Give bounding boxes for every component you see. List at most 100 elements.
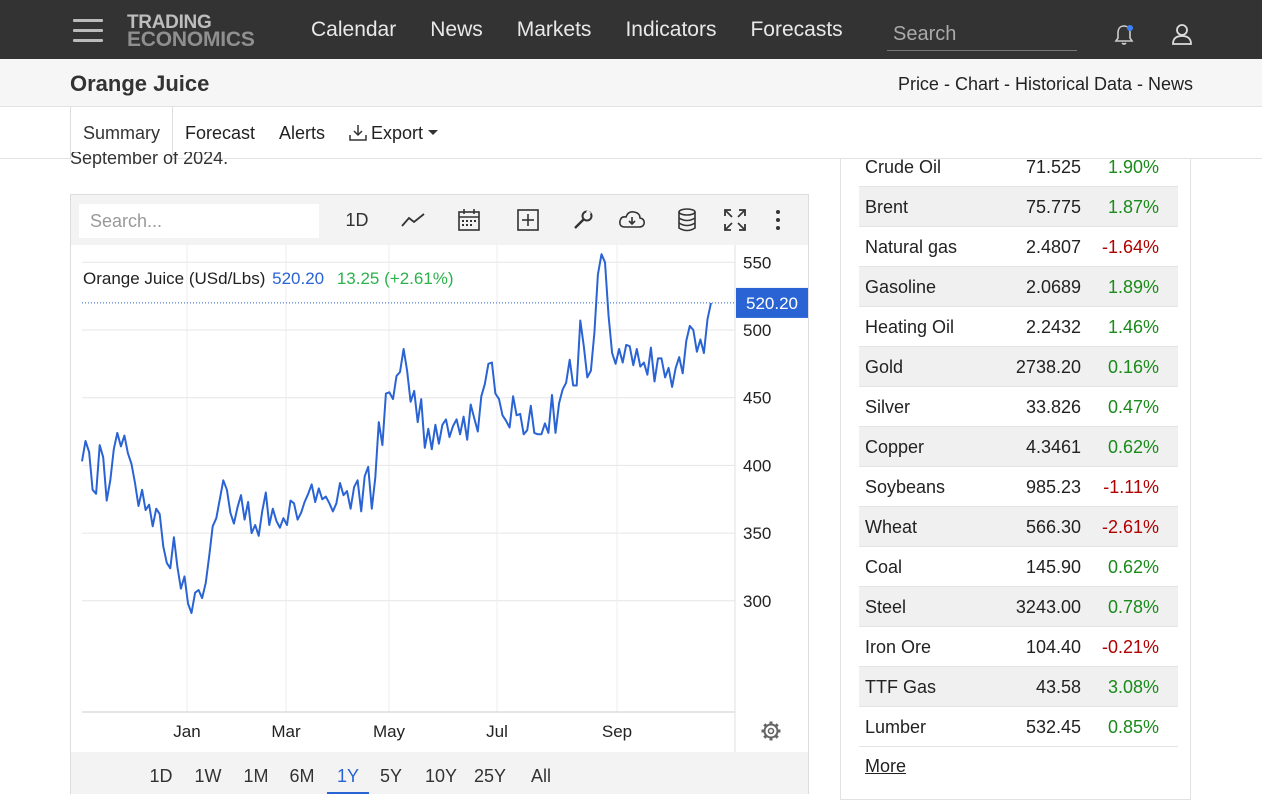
commodity-price: 33.826 xyxy=(1025,397,1081,417)
chart-settings-gear-icon[interactable] xyxy=(761,721,781,741)
commodity-name: Soybeans xyxy=(865,477,946,497)
commodity-name: Gasoline xyxy=(865,277,937,297)
user-account-icon[interactable] xyxy=(1170,22,1194,46)
site-search-input[interactable] xyxy=(887,18,1077,51)
range-1w[interactable]: 1W xyxy=(189,752,227,794)
interval-button[interactable]: 1D xyxy=(337,205,377,235)
table-row[interactable]: Iron Ore 104.40 -0.21% xyxy=(859,627,1178,667)
table-row[interactable]: Gasoline 2.0689 1.89% xyxy=(859,267,1178,307)
commodity-price: 2.0689 xyxy=(1025,277,1081,297)
table-row[interactable]: Heating Oil 2.2432 1.46% xyxy=(859,307,1178,347)
range-1m[interactable]: 1M xyxy=(236,752,276,794)
commodity-change: -0.21% xyxy=(1101,637,1159,657)
download-icon xyxy=(349,125,367,141)
chart-legend: Orange Juice (USd/Lbs) 520.20 13.25 (+2.… xyxy=(83,269,454,289)
commodity-price: 2.2432 xyxy=(1025,317,1081,337)
add-indicator-icon[interactable] xyxy=(512,205,544,235)
range-1d[interactable]: 1D xyxy=(145,752,177,794)
table-row[interactable]: Soybeans 985.23 -1.11% xyxy=(859,467,1178,507)
commodity-name: Copper xyxy=(865,437,925,457)
menu-icon[interactable] xyxy=(73,19,103,43)
wrench-icon[interactable] xyxy=(567,205,599,235)
range-all[interactable]: All xyxy=(523,752,559,794)
table-row[interactable]: Copper 4.3461 0.62% xyxy=(859,427,1178,467)
cloud-download-icon[interactable] xyxy=(614,205,650,235)
title-bar: Orange Juice Price - Chart - Historical … xyxy=(0,59,1262,107)
chart-search-input[interactable] xyxy=(79,204,319,238)
export-dropdown[interactable]: Export xyxy=(348,107,439,159)
commodity-name: Brent xyxy=(865,197,909,217)
y-tick-label: 500 xyxy=(743,321,771,340)
table-row[interactable]: Lumber 532.45 0.85% xyxy=(859,707,1178,747)
commodity-name: Silver xyxy=(865,397,911,417)
notification-bell-icon[interactable] xyxy=(1112,23,1136,47)
range-selector: 1D 1W 1M 6M 1Y 5Y 10Y 25Y All xyxy=(71,752,808,794)
tab-alerts[interactable]: Alerts xyxy=(279,107,325,159)
commodity-price: 104.40 xyxy=(1025,637,1081,657)
commodity-name: Crude Oil xyxy=(865,157,942,177)
range-1y[interactable]: 1Y xyxy=(327,752,369,794)
commodity-change: 1.46% xyxy=(1107,317,1159,337)
chart-toolbar: 1D xyxy=(71,195,808,245)
calendar-icon[interactable] xyxy=(453,205,485,235)
table-row[interactable]: TTF Gas 43.58 3.08% xyxy=(859,667,1178,707)
last-value-label: 520.20 xyxy=(746,294,798,313)
table-row[interactable]: Brent 75.775 1.87% xyxy=(859,187,1178,227)
commodity-price: 2738.20 xyxy=(1015,357,1081,377)
commodity-change: -1.11% xyxy=(1103,477,1159,497)
x-tick-label: Jan xyxy=(173,722,200,741)
commodity-price: 75.775 xyxy=(1025,197,1081,217)
commodity-change: 0.62% xyxy=(1107,437,1159,457)
y-tick-label: 450 xyxy=(743,389,771,408)
nav-link-markets[interactable]: Markets xyxy=(517,18,592,42)
commodity-name: Gold xyxy=(865,357,904,377)
commodities-table: Crude Oil 71.525 1.90% Brent 75.775 1.87% Natu… xyxy=(859,147,1178,747)
range-5y[interactable]: 5Y xyxy=(372,752,410,794)
nav-link-forecasts[interactable]: Forecasts xyxy=(750,18,842,42)
legend-price: 520.20 xyxy=(272,269,325,288)
nav-link-calendar[interactable]: Calendar xyxy=(311,18,396,42)
commodity-price: 985.23 xyxy=(1025,477,1081,497)
table-row[interactable]: Coal 145.90 0.62% xyxy=(859,547,1178,587)
commodity-name: TTF Gas xyxy=(865,677,936,697)
line-chart-type-icon[interactable] xyxy=(397,205,429,235)
more-options-icon[interactable] xyxy=(767,205,789,235)
commodity-change: -2.61% xyxy=(1101,517,1159,537)
commodity-change: 0.47% xyxy=(1107,397,1159,417)
fullscreen-icon[interactable] xyxy=(719,205,751,235)
commodity-price: 532.45 xyxy=(1025,717,1081,737)
commodity-price: 3243.00 xyxy=(1015,597,1081,617)
nav-link-indicators[interactable]: Indicators xyxy=(625,18,716,42)
x-tick-label: Jul xyxy=(486,722,508,741)
commodity-price: 4.3461 xyxy=(1025,437,1081,457)
legend-change: 13.25 (+2.61%) xyxy=(336,269,454,288)
y-tick-label: 400 xyxy=(743,456,771,475)
commodity-name: Lumber xyxy=(865,717,927,737)
commodity-change: 3.08% xyxy=(1107,677,1159,697)
table-row[interactable]: Crude Oil 71.525 1.90% xyxy=(859,147,1178,187)
legend-series-name: Orange Juice (USd/Lbs) xyxy=(83,269,266,288)
range-6m[interactable]: 6M xyxy=(282,752,322,794)
commodity-name: Coal xyxy=(865,557,903,577)
commodity-change: 0.78% xyxy=(1107,597,1159,617)
range-25y[interactable]: 25Y xyxy=(468,752,512,794)
database-icon[interactable] xyxy=(672,205,702,235)
commodity-price: 566.30 xyxy=(1025,517,1081,537)
nav-link-news[interactable]: News xyxy=(430,18,483,42)
table-row[interactable]: Gold 2738.20 0.16% xyxy=(859,347,1178,387)
y-tick-label: 300 xyxy=(743,592,771,611)
article-text-fragment: September of 2024. xyxy=(70,152,229,168)
y-tick-label: 350 xyxy=(743,524,771,543)
range-10y[interactable]: 10Y xyxy=(419,752,463,794)
commodity-name: Iron Ore xyxy=(865,637,932,657)
chevron-down-icon xyxy=(428,130,439,135)
site-logo[interactable]: TRADING ECONOMICS xyxy=(127,13,255,50)
price-chart[interactable]: 300 350 400 450 500 550 Jan Mar May Jul Sep 520.20 xyxy=(71,245,808,752)
table-row[interactable]: Natural gas 2.4807 -1.64% xyxy=(859,227,1178,267)
table-row[interactable]: Silver 33.826 0.47% xyxy=(859,387,1178,427)
section-links[interactable]: Price - Chart - Historical Data - News xyxy=(898,74,1193,95)
main-nav: Calendar News Markets Indicators Forecas… xyxy=(311,0,877,59)
table-row[interactable]: Wheat 566.30 -2.61% xyxy=(859,507,1178,547)
more-link[interactable]: More xyxy=(865,756,906,777)
table-row[interactable]: Steel 3243.00 0.78% xyxy=(859,587,1178,627)
